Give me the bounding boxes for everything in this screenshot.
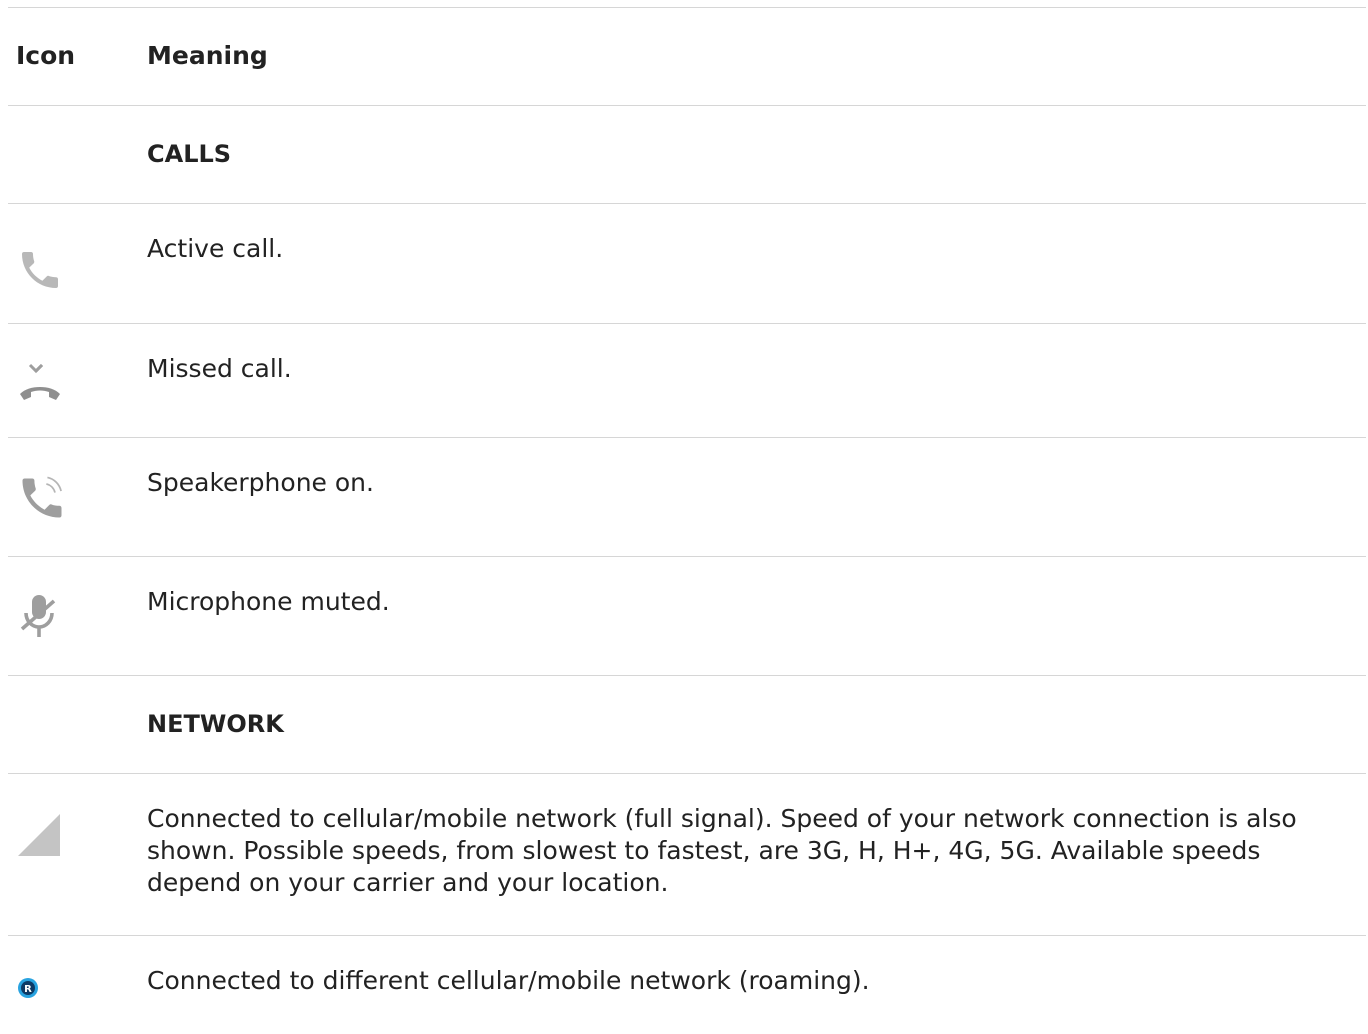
table-row: Microphone muted.: [8, 556, 1366, 675]
row-meaning: Microphone muted.: [147, 587, 390, 616]
missed-call-icon: [16, 360, 64, 408]
table-row: Connected to cellular/mobile network (fu…: [8, 773, 1366, 935]
section-row-calls: CALLS: [8, 105, 1366, 203]
roaming-icon: R: [16, 976, 40, 1000]
table-row: Missed call.: [8, 323, 1366, 437]
row-meaning: Active call.: [147, 234, 284, 263]
speakerphone-icon: [16, 472, 68, 524]
table-row: Speakerphone on.: [8, 437, 1366, 556]
status-icons-table: Icon Meaning CALLS Active call. Missed c…: [8, 7, 1366, 1030]
row-meaning: Connected to cellular/mobile network (fu…: [147, 804, 1297, 897]
row-meaning: Connected to different cellular/mobile n…: [147, 966, 870, 995]
row-meaning: Missed call.: [147, 354, 292, 383]
column-header-icon: Icon: [16, 41, 76, 70]
column-header-meaning: Meaning: [147, 41, 268, 70]
phone-icon: [16, 246, 64, 294]
mic-muted-icon: [16, 591, 64, 643]
row-meaning: Speakerphone on.: [147, 468, 374, 497]
section-title: NETWORK: [147, 710, 284, 738]
section-title: CALLS: [147, 140, 232, 168]
table-row: Active call.: [8, 203, 1366, 323]
signal-full-icon: [16, 810, 62, 858]
table-row: R Connected to different cellular/mobile…: [8, 935, 1366, 1030]
table-header-row: Icon Meaning: [8, 7, 1366, 105]
section-row-network: NETWORK: [8, 675, 1366, 773]
svg-text:R: R: [24, 984, 32, 995]
